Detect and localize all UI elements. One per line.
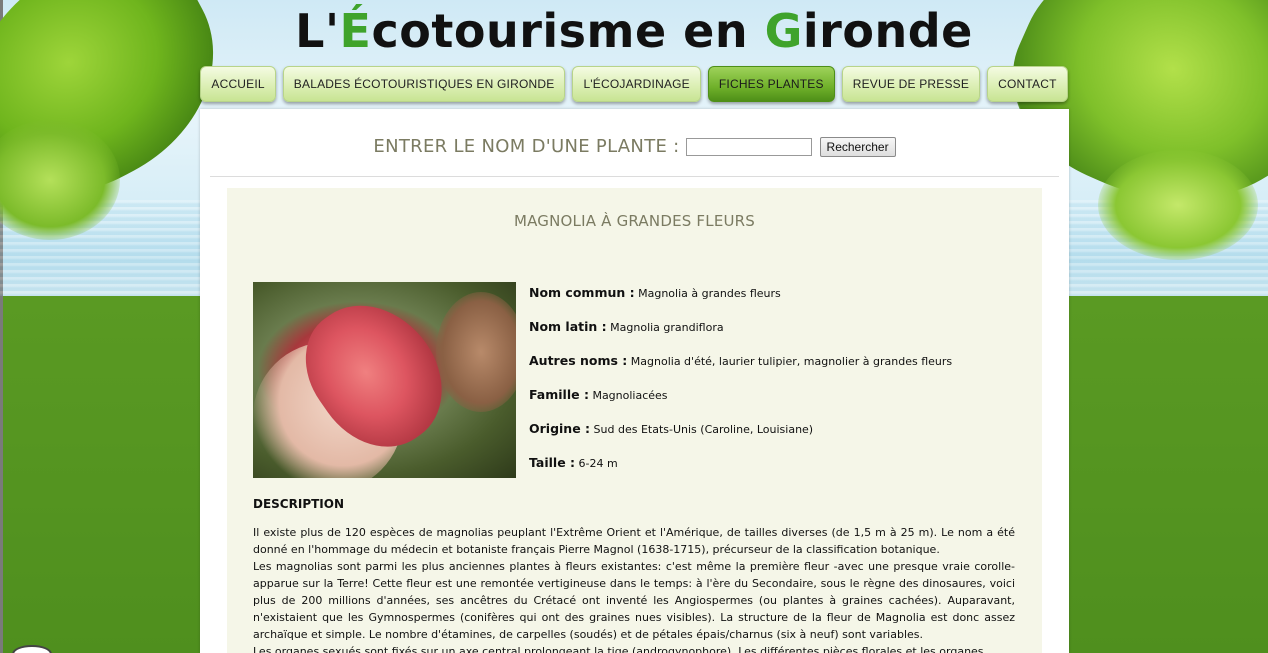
fact-origine: Origine : Sud des Etats-Unis (Caroline, … xyxy=(529,420,1029,454)
fact-value: Magnoliacées xyxy=(592,389,668,402)
main-nav: ACCUEIL BALADES ÉCOTOURISTIQUES EN GIRON… xyxy=(0,66,1268,102)
description-text: Il existe plus de 120 espèces de magnoli… xyxy=(253,524,1015,653)
description-paragraph: Les magnolias sont parmi les plus ancien… xyxy=(253,560,1015,641)
content-panel: ENTRER LE NOM D'UNE PLANTE : Rechercher … xyxy=(200,109,1069,653)
nav-item-ecojardinage[interactable]: L'ÉCOJARDINAGE xyxy=(572,66,701,102)
plant-title: MAGNOLIA À GRANDES FLEURS xyxy=(513,212,756,230)
nav-item-balades[interactable]: BALADES ÉCOTOURISTIQUES EN GIRONDE xyxy=(282,66,566,102)
search-button[interactable]: Rechercher xyxy=(819,136,896,157)
plant-photo xyxy=(253,282,516,478)
site-title-prefix: L' xyxy=(295,4,340,58)
divider xyxy=(210,176,1059,177)
search-label: ENTRER LE NOM D'UNE PLANTE : xyxy=(373,136,680,157)
fact-value: Sud des Etats-Unis (Caroline, Louisiane) xyxy=(593,423,814,436)
fact-value: Magnolia à grandes fleurs xyxy=(638,287,781,300)
fact-value: 6-24 m xyxy=(578,457,618,470)
fact-famille: Famille : Magnoliacées xyxy=(529,386,1029,420)
fact-autres-noms: Autres noms : Magnolia d'été, laurier tu… xyxy=(529,352,1029,386)
fact-value: Magnolia d'été, laurier tulipier, magnol… xyxy=(630,355,953,368)
fact-key: Autres noms : xyxy=(529,353,628,368)
fact-key: Nom commun : xyxy=(529,285,635,300)
description-paragraph: Il existe plus de 120 espèces de magnoli… xyxy=(253,526,1015,556)
plant-facts: Nom commun : Magnolia à grandes fleurs N… xyxy=(529,284,1029,488)
fact-nom-commun: Nom commun : Magnolia à grandes fleurs xyxy=(529,284,1029,318)
nav-item-revue-de-presse[interactable]: REVUE DE PRESSE xyxy=(841,66,981,102)
browser-widget-icon[interactable] xyxy=(12,645,52,653)
fact-key: Nom latin : xyxy=(529,319,607,334)
site-title-e: É xyxy=(339,4,372,58)
photo-background-leaf xyxy=(436,292,516,412)
plant-search-input[interactable] xyxy=(685,137,812,156)
plant-search-form: ENTRER LE NOM D'UNE PLANTE : Rechercher xyxy=(200,136,1069,157)
fact-value: Magnolia grandiflora xyxy=(610,321,724,334)
fact-nom-latin: Nom latin : Magnolia grandiflora xyxy=(529,318,1029,352)
nav-item-accueil[interactable]: ACCUEIL xyxy=(200,66,276,102)
site-title-g: G xyxy=(764,4,803,58)
description-title: DESCRIPTION xyxy=(253,497,345,511)
site-title-end: ironde xyxy=(802,4,973,58)
fact-taille: Taille : 6-24 m xyxy=(529,454,1029,488)
site-title[interactable]: L'Écotourisme en Gironde xyxy=(0,4,1268,58)
fact-key: Taille : xyxy=(529,455,576,470)
plant-card: MAGNOLIA À GRANDES FLEURS Nom commun : M… xyxy=(227,188,1042,653)
fact-key: Famille : xyxy=(529,387,589,402)
nav-item-fiches-plantes[interactable]: FICHES PLANTES xyxy=(707,66,835,102)
description-paragraph: Les organes sexués sont fixés sur un axe… xyxy=(253,645,984,653)
fact-key: Origine : xyxy=(529,421,591,436)
nav-item-contact[interactable]: CONTACT xyxy=(987,66,1068,102)
site-title-mid: cotourisme en xyxy=(371,4,765,58)
